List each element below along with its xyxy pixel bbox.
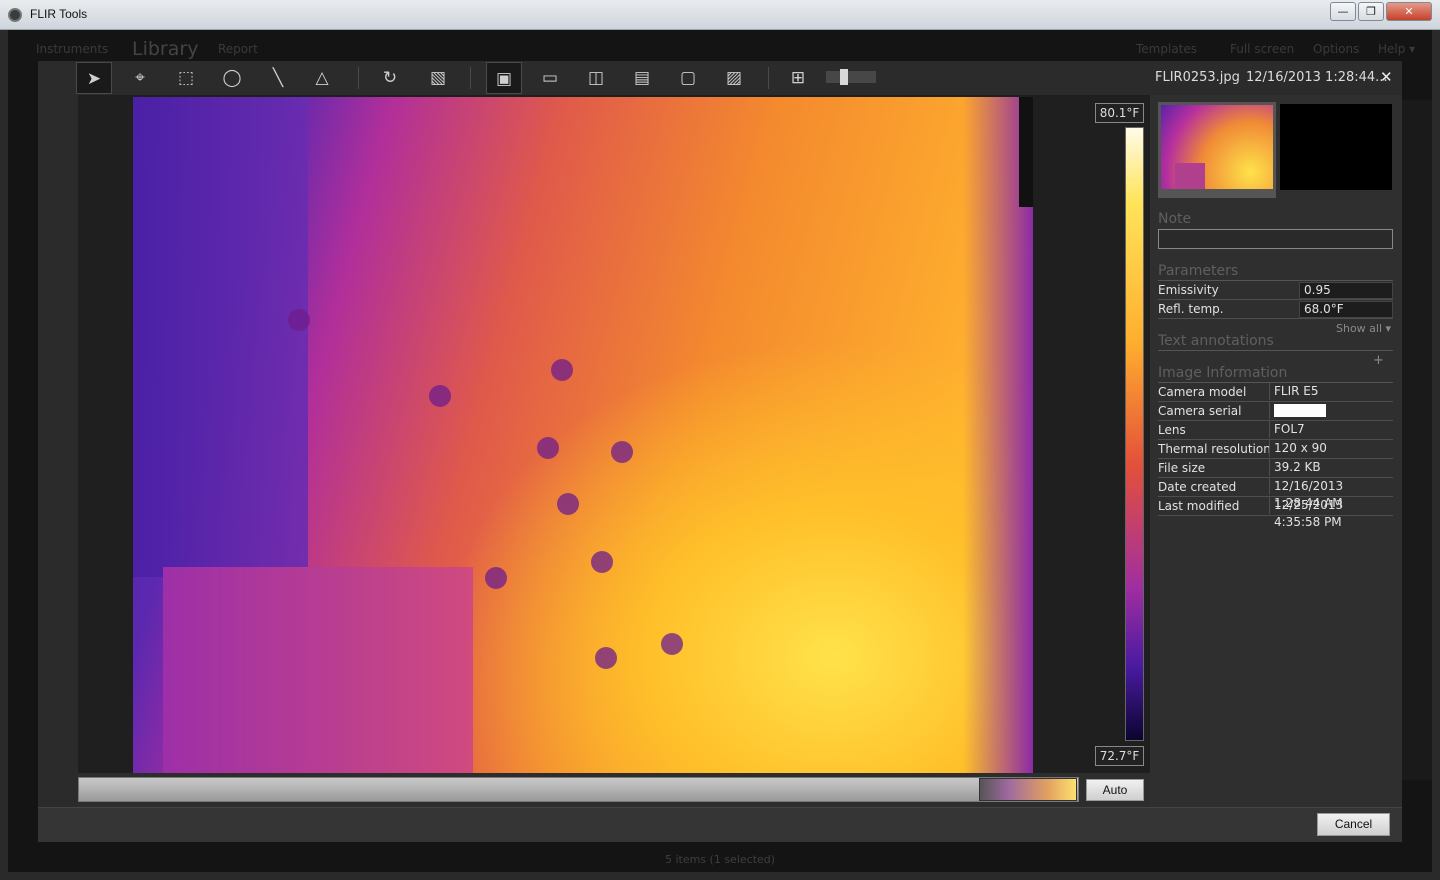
param-row-emissivity: Emissivity 0.95: [1158, 281, 1393, 300]
thermal-image[interactable]: [133, 97, 1033, 773]
bg-nav-report: Report: [218, 42, 258, 56]
text-annotations-label: Text annotations: [1158, 333, 1274, 349]
show-all-link[interactable]: Show all ▾: [1336, 322, 1391, 335]
box-tool-icon[interactable]: ⬚: [168, 62, 204, 94]
info-row: Camera model FLIR E5: [1158, 383, 1393, 402]
flir-app-icon: [8, 8, 22, 22]
photo-mode-icon[interactable]: ▨: [716, 62, 752, 94]
toolbar-separator: [470, 67, 471, 89]
bg-nav-fullscreen: Full screen: [1230, 42, 1295, 56]
msx-mode-icon[interactable]: ◫: [578, 62, 614, 94]
toolbar-separator: [768, 67, 769, 89]
bg-nav-instruments: Instruments: [36, 42, 109, 56]
app-window: FLIR Tools — ❐ ✕ Instruments Library Rep…: [0, 0, 1440, 880]
photo-thumbnail[interactable]: [1280, 104, 1392, 190]
zoom-slider[interactable]: [826, 71, 876, 83]
fit-icon[interactable]: ⊞: [780, 62, 816, 94]
info-row: Camera serial: [1158, 402, 1393, 421]
camera-serial-value: [1274, 404, 1326, 417]
bg-nav-help: Help ▾: [1378, 42, 1416, 56]
auto-button[interactable]: Auto: [1086, 779, 1144, 801]
zoom-slider-thumb[interactable]: [840, 69, 848, 85]
info-row: Last modified 12/25/2013 4:35:58 PM: [1158, 497, 1393, 529]
info-row: File size 39.2 KB: [1158, 459, 1393, 478]
dialog-close-icon[interactable]: ✕: [1380, 68, 1393, 86]
palette-icon[interactable]: ▧: [420, 62, 456, 94]
file-name: FLIR0253.jpg: [1155, 70, 1240, 85]
scale-min-input[interactable]: 72.7°F: [1095, 746, 1144, 766]
minimize-button[interactable]: —: [1330, 2, 1356, 21]
file-datetime: 12/16/2013 1:28:44...: [1246, 70, 1388, 85]
title-bar: FLIR Tools — ❐ ✕: [0, 0, 1440, 30]
thermal-mode-icon[interactable]: ▣: [486, 62, 522, 94]
left-strip: [38, 95, 78, 807]
toolbar-separator: [358, 67, 359, 89]
circle-tool-icon[interactable]: ◯: [214, 62, 250, 94]
cancel-button[interactable]: Cancel: [1317, 813, 1390, 836]
window-title: FLIR Tools: [30, 7, 88, 21]
bg-nav-options: Options: [1313, 42, 1360, 56]
bg-status-bar: 5 items (1 selected): [664, 853, 776, 866]
digital-mode-icon[interactable]: ▭: [532, 62, 568, 94]
rotate-icon[interactable]: ↻: [372, 62, 408, 94]
select-tool-icon[interactable]: ➤: [76, 62, 112, 94]
maximize-button[interactable]: ❐: [1358, 2, 1384, 21]
info-row: Thermal resolution 120 x 90: [1158, 440, 1393, 459]
info-row: Date created 12/16/2013 1:28:44 AM: [1158, 478, 1393, 510]
delta-tool-icon[interactable]: △: [304, 62, 340, 94]
histogram-strip[interactable]: [78, 777, 1079, 802]
bg-nav-templates: Templates: [1136, 42, 1198, 56]
add-annotation-icon[interactable]: +: [1373, 353, 1384, 368]
parameters-label: Parameters: [1158, 263, 1239, 279]
param-row-refl-temp: Refl. temp. 68.0°F: [1158, 300, 1393, 319]
blending-mode-icon[interactable]: ▤: [624, 62, 660, 94]
level-span-handle[interactable]: [979, 778, 1077, 801]
scale-max-input[interactable]: 80.1°F: [1095, 103, 1144, 123]
note-input[interactable]: [1158, 229, 1393, 249]
refl-temp-input[interactable]: 68.0°F: [1299, 301, 1393, 318]
thermal-thumbnail[interactable]: [1158, 102, 1276, 198]
dialog-footer: [38, 807, 1402, 842]
info-row: Lens FOL7: [1158, 421, 1393, 440]
emissivity-input[interactable]: 0.95: [1299, 282, 1393, 299]
note-label: Note: [1158, 211, 1192, 227]
bg-right-panel: [1398, 100, 1432, 780]
bg-nav-library: Library: [132, 38, 199, 60]
close-window-button[interactable]: ✕: [1386, 2, 1432, 21]
line-tool-icon[interactable]: ╲: [260, 62, 296, 94]
spot-tool-icon[interactable]: ⌖: [122, 62, 158, 94]
pip-mode-icon[interactable]: ▢: [670, 62, 706, 94]
color-scale-bar[interactable]: [1125, 127, 1144, 741]
image-information-label: Image Information: [1158, 365, 1288, 381]
